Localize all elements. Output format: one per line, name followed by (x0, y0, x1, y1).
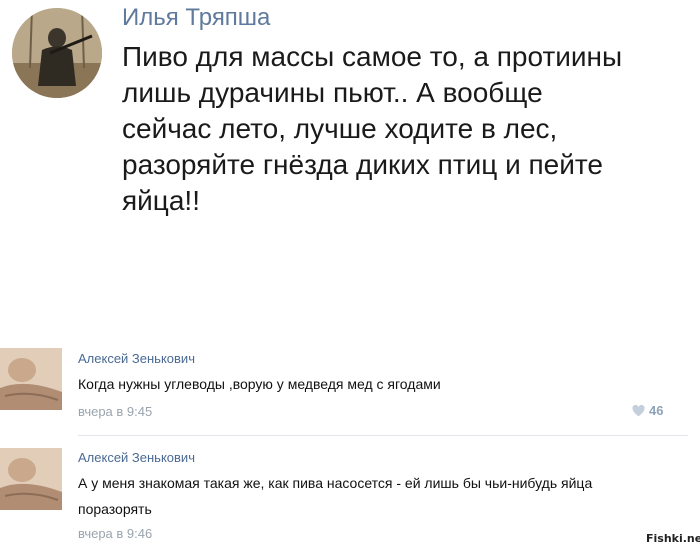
comment-timestamp[interactable]: вчера в 9:46 (78, 526, 152, 541)
comment-author-avatar[interactable] (0, 448, 62, 510)
post-text-line: Пиво для массы самое то, а протиины (122, 41, 623, 72)
comment-divider (78, 435, 688, 436)
comment-text-line: А у меня знакомая такая же, как пива нас… (78, 475, 593, 491)
comment-text: Когда нужны углеводы ,ворую у медведя ме… (78, 376, 441, 392)
post-text-line: лишь дурачины пьют.. А вообще (122, 77, 543, 108)
avatar-photo (0, 448, 62, 510)
avatar-photo (12, 8, 102, 98)
post-text-line: разоряйте гнёзда диких птиц и пейте (122, 149, 603, 180)
comment-timestamp[interactable]: вчера в 9:45 (78, 404, 152, 419)
post-text: Пиво для массы самое то, а протиины лишь… (122, 39, 682, 219)
like-count: 46 (649, 403, 664, 418)
comment-author-name[interactable]: Алексей Зенькович (78, 351, 195, 366)
comment-author-name[interactable]: Алексей Зенькович (78, 450, 195, 465)
avatar-photo (0, 348, 62, 410)
like-button[interactable]: 46 (632, 403, 663, 418)
watermark: Fishki.net (646, 532, 700, 545)
comment-author-avatar[interactable] (0, 348, 62, 410)
comment-text-line: поразорять (78, 501, 152, 517)
heart-icon (632, 404, 645, 416)
post-text-line: яйца!! (122, 185, 200, 216)
post-author-avatar[interactable] (12, 8, 102, 98)
post-author-name[interactable]: Илья Тряпша (122, 4, 270, 32)
post-text-line: сейчас лето, лучше ходите в лес, (122, 113, 558, 144)
